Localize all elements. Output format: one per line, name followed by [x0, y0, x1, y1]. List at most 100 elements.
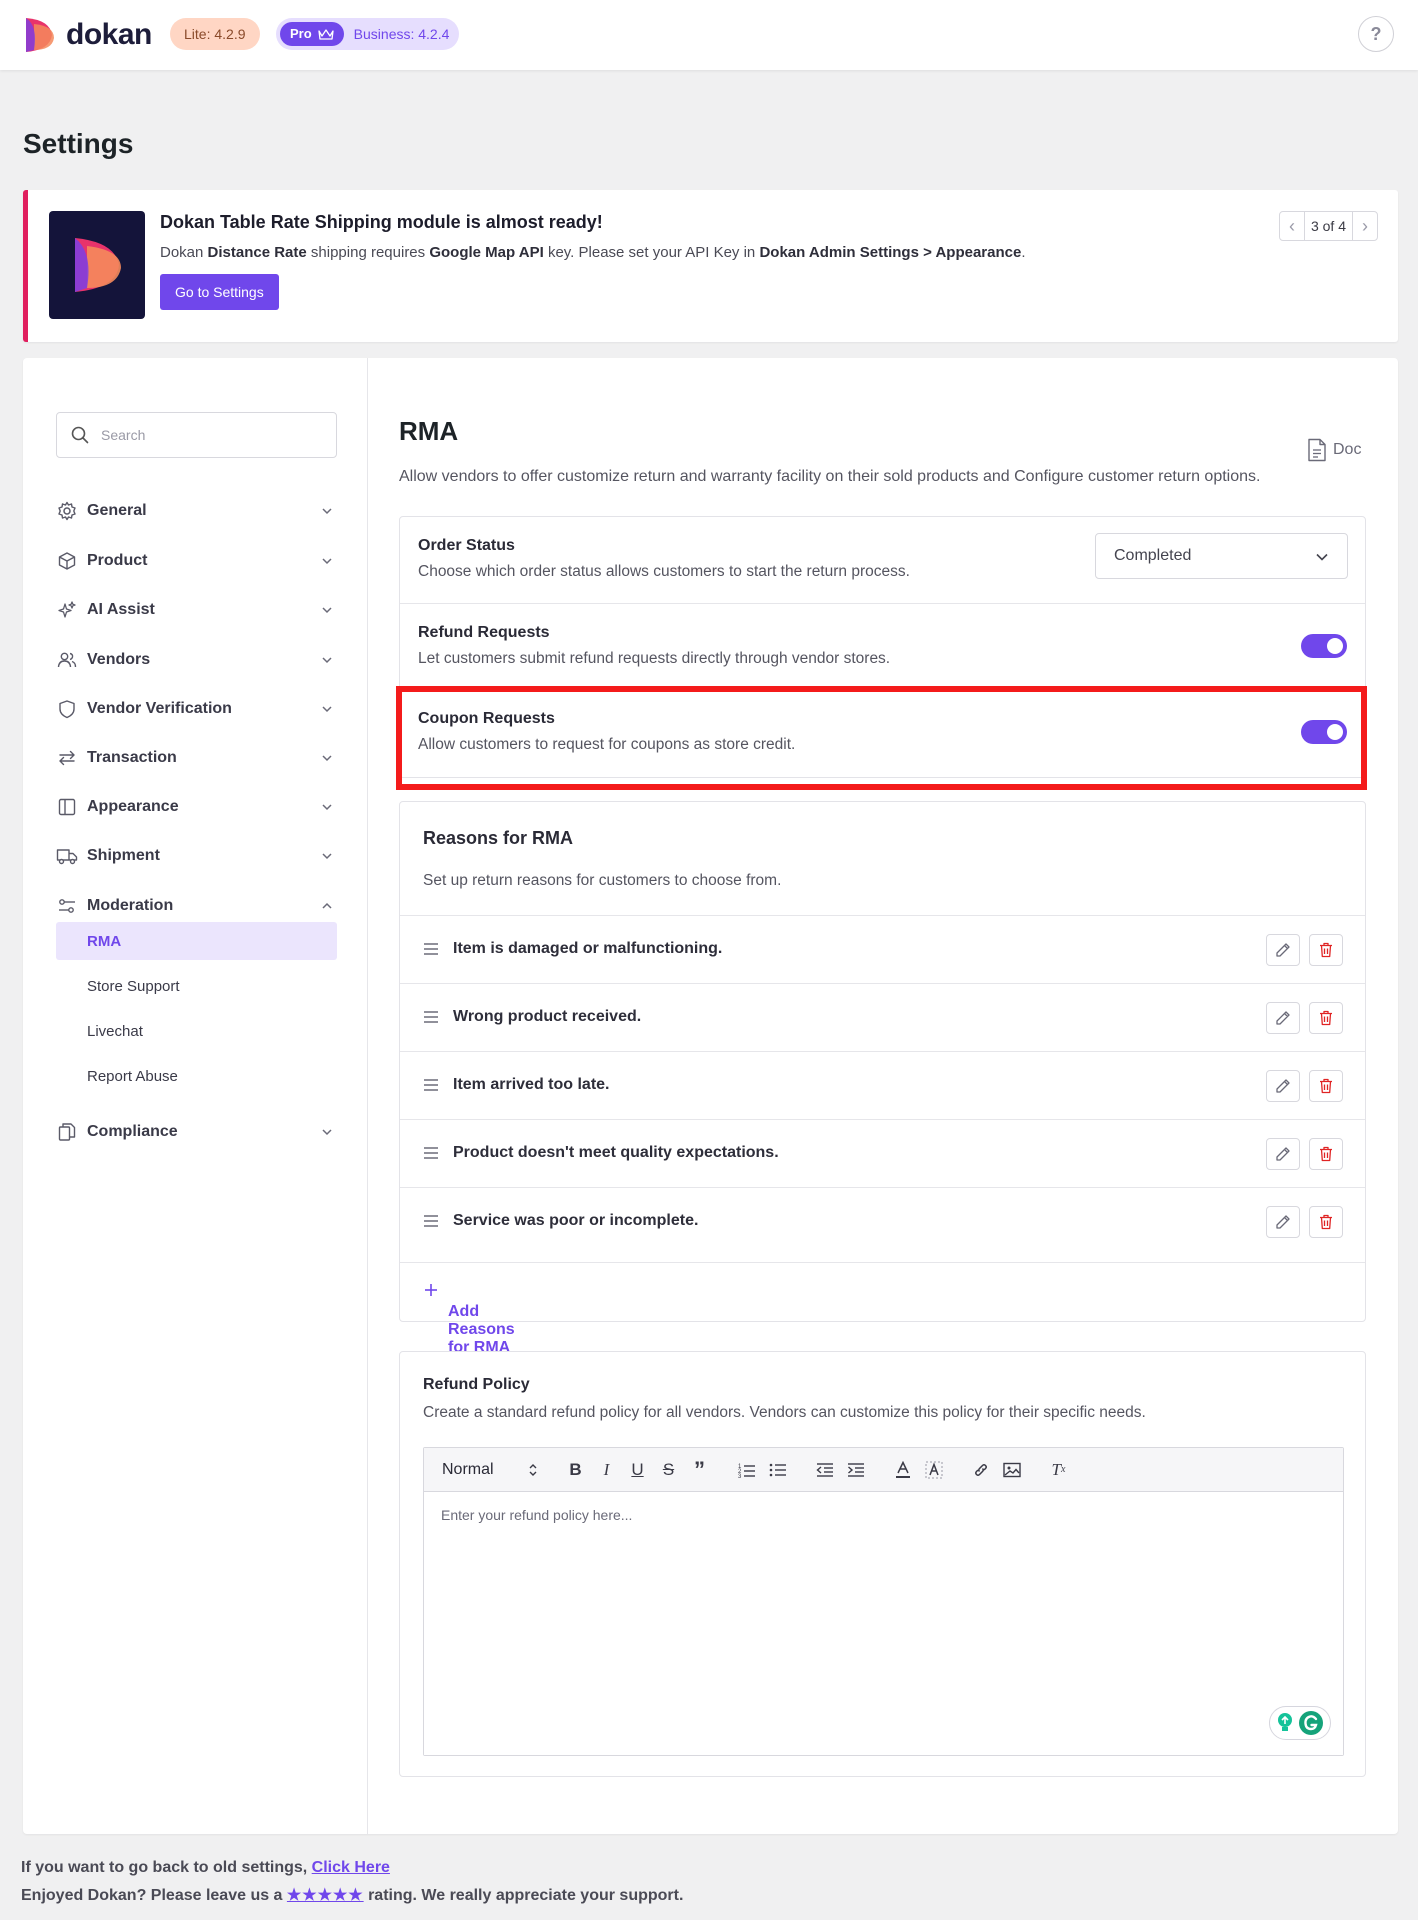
sidebar-item-moderation[interactable]: Moderation: [56, 888, 337, 924]
edit-button[interactable]: [1266, 1070, 1300, 1102]
delete-button[interactable]: [1309, 934, 1343, 966]
order-status-value: Completed: [1114, 547, 1192, 564]
search-input[interactable]: [101, 423, 321, 447]
sidebar-item-appearance[interactable]: Appearance: [56, 789, 337, 825]
background-color-icon[interactable]: [918, 1456, 949, 1484]
underline-icon[interactable]: U: [622, 1456, 653, 1484]
pro-version-badge: Pro Business: 4.2.4: [276, 18, 460, 50]
sidebar-item-transaction[interactable]: Transaction: [56, 740, 337, 776]
reason-label: Wrong product received.: [453, 1008, 642, 1025]
edit-button[interactable]: [1266, 934, 1300, 966]
drag-handle-icon[interactable]: [424, 1010, 438, 1024]
sidebar-item-general[interactable]: General: [56, 493, 337, 529]
business-version: Business: 4.2.4: [353, 26, 450, 42]
sidebar-item-product[interactable]: Product: [56, 543, 337, 579]
reason-label: Service was poor or incomplete.: [453, 1212, 699, 1229]
chevron-left-icon[interactable]: ‹: [1280, 212, 1304, 240]
order-status-select[interactable]: Completed: [1095, 533, 1348, 579]
plus-icon: [425, 1284, 437, 1296]
sidebar-item-vendors[interactable]: Vendors: [56, 642, 337, 678]
dokan-notice-logo: [49, 211, 145, 319]
bullet-list-icon[interactable]: [762, 1456, 793, 1484]
reason-row: Product doesn't meet quality expectation…: [400, 1119, 1365, 1187]
format-select[interactable]: Normal: [442, 1461, 538, 1479]
sidebar-subitem-rma[interactable]: RMA: [56, 922, 337, 960]
reason-label: Product doesn't meet quality expectation…: [453, 1144, 779, 1161]
reason-row: Item is damaged or malfunctioning.: [400, 915, 1365, 983]
sidebar-item-label: Transaction: [87, 749, 177, 766]
edit-button[interactable]: [1266, 1206, 1300, 1238]
delete-button[interactable]: [1309, 1070, 1343, 1102]
sidebar-subitem-store-support[interactable]: Store Support: [56, 967, 337, 1005]
module-notice: Dokan Table Rate Shipping module is almo…: [23, 190, 1398, 342]
refund-requests-description: Let customers submit refund requests dir…: [418, 650, 891, 667]
delete-button[interactable]: [1309, 1002, 1343, 1034]
image-icon[interactable]: [996, 1456, 1027, 1484]
link-icon[interactable]: [965, 1456, 996, 1484]
chevron-right-icon[interactable]: ›: [1353, 212, 1377, 240]
drag-handle-icon[interactable]: [424, 1078, 438, 1092]
refund-policy-textarea[interactable]: Enter your refund policy here...: [424, 1492, 1343, 1755]
sidebar-item-label: Vendor Verification: [87, 700, 232, 717]
italic-icon[interactable]: I: [591, 1456, 622, 1484]
sidebar-item-label: Appearance: [87, 798, 179, 815]
add-reason-button[interactable]: Add Reasons for RMA: [424, 1283, 515, 1356]
sidebar-subitem-livechat[interactable]: Livechat: [56, 1012, 337, 1050]
blockquote-icon[interactable]: ”: [684, 1456, 715, 1484]
grammarly-icon: [1299, 1711, 1323, 1735]
copy-icon: [56, 1121, 78, 1143]
rma-settings-box: Order Status Choose which order status a…: [399, 516, 1366, 778]
pencil-icon: [1276, 1011, 1290, 1025]
sidebar-item-ai-assist[interactable]: AI Assist: [56, 592, 337, 628]
footer-rating: Enjoyed Dokan? Please leave us a ★★★★★ r…: [21, 1887, 684, 1904]
go-to-settings-button[interactable]: Go to Settings: [160, 274, 279, 310]
book-icon: [56, 796, 78, 818]
clear-format-icon[interactable]: Tx: [1043, 1456, 1074, 1484]
coupon-requests-row: Coupon Requests Allow customers to reque…: [400, 689, 1365, 775]
sidebar-item-vendor-verification[interactable]: Vendor Verification: [56, 691, 337, 727]
dokan-logo[interactable]: dokan: [24, 16, 152, 54]
drag-handle-icon[interactable]: [424, 1214, 438, 1228]
truck-icon: [56, 845, 78, 867]
click-here-link[interactable]: Click Here: [312, 1859, 390, 1876]
trash-icon: [1320, 1078, 1332, 1094]
indent-icon[interactable]: [840, 1456, 871, 1484]
dokan-logo-icon: [75, 238, 121, 292]
doc-link[interactable]: Doc: [1307, 438, 1361, 462]
chevron-down-icon: [322, 607, 332, 614]
grammarly-widget[interactable]: [1269, 1706, 1331, 1740]
bold-icon[interactable]: B: [560, 1456, 591, 1484]
pencil-icon: [1276, 1215, 1290, 1229]
reason-row: Service was poor or incomplete.: [400, 1187, 1365, 1255]
ordered-list-icon[interactable]: 123: [731, 1456, 762, 1484]
drag-handle-icon[interactable]: [424, 942, 438, 956]
notice-title: Dokan Table Rate Shipping module is almo…: [160, 212, 603, 232]
refund-requests-toggle[interactable]: [1301, 634, 1347, 658]
top-bar: dokan Lite: 4.2.9 Pro Business: 4.2.4 ?: [0, 0, 1418, 70]
sidebar-item-shipment[interactable]: Shipment: [56, 838, 337, 874]
delete-button[interactable]: [1309, 1138, 1343, 1170]
notice-text: Dokan Distance Rate shipping requires Go…: [160, 244, 1026, 261]
document-icon: [1308, 438, 1326, 462]
drag-handle-icon[interactable]: [424, 1146, 438, 1160]
text-color-icon[interactable]: [887, 1456, 918, 1484]
editor-toolbar: Normal B I U S ” 123 T x: [424, 1448, 1343, 1492]
rating-stars-link[interactable]: ★★★★★: [287, 1887, 364, 1904]
delete-button[interactable]: [1309, 1206, 1343, 1238]
search-box[interactable]: [56, 412, 337, 458]
sidebar-item-compliance[interactable]: Compliance: [56, 1114, 337, 1150]
coupon-requests-toggle[interactable]: [1301, 720, 1347, 744]
chevron-down-icon: [322, 508, 332, 515]
sidebar-subitem-report-abuse[interactable]: Report Abuse: [56, 1057, 337, 1095]
strikethrough-icon[interactable]: S: [653, 1456, 684, 1484]
outdent-icon[interactable]: [809, 1456, 840, 1484]
chevron-down-icon: [322, 657, 332, 664]
footer-old-settings: If you want to go back to old settings, …: [21, 1859, 390, 1876]
sidebar-item-label: General: [87, 502, 147, 519]
help-button[interactable]: ?: [1358, 16, 1394, 52]
order-status-row: Order Status Choose which order status a…: [400, 517, 1365, 603]
edit-button[interactable]: [1266, 1002, 1300, 1034]
edit-button[interactable]: [1266, 1138, 1300, 1170]
chevron-down-icon: [322, 755, 332, 762]
section-title: RMA: [399, 416, 459, 446]
